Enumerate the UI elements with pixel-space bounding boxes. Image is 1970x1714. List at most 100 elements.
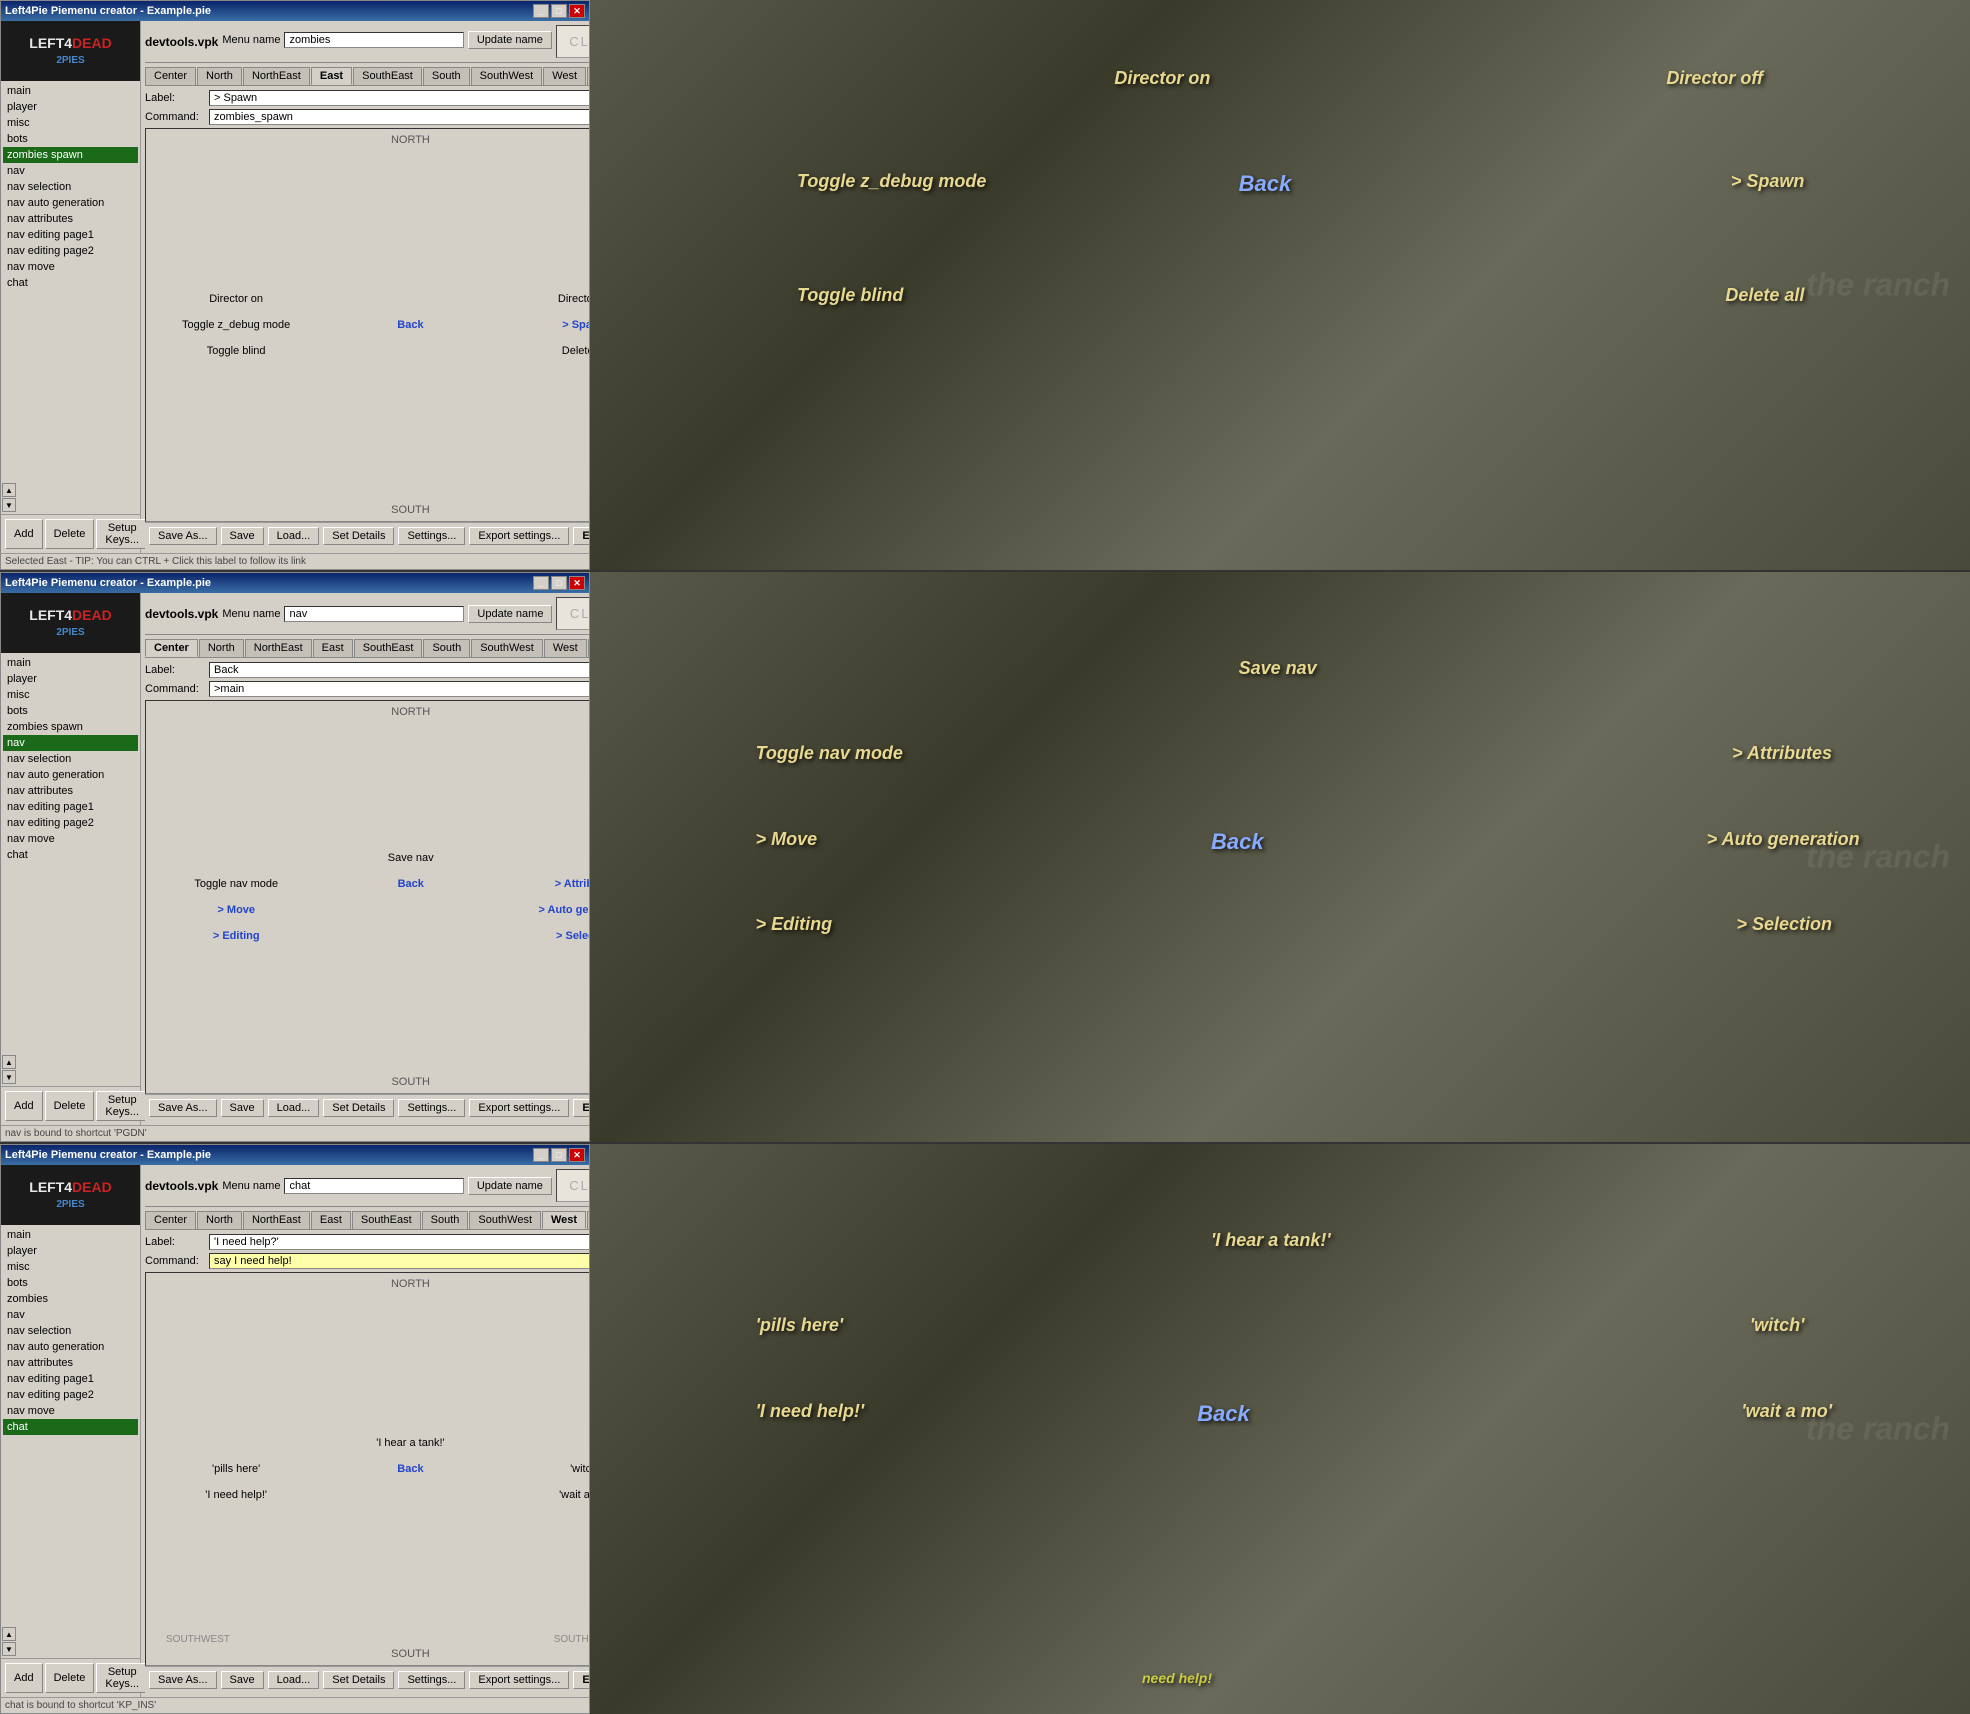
load-btn-1[interactable]: Load...: [268, 527, 320, 545]
nav-chat-2[interactable]: chat: [3, 847, 138, 863]
nav-auto-gen-1[interactable]: nav auto generation: [3, 195, 138, 211]
save-as-btn-1[interactable]: Save As...: [149, 527, 217, 545]
delete-btn-1[interactable]: Delete: [45, 519, 95, 549]
tab-northwest-2[interactable]: NorthWest: [588, 639, 589, 657]
nav-nav-1[interactable]: nav: [3, 163, 138, 179]
load-btn-2[interactable]: Load...: [268, 1099, 320, 1117]
minimize-btn-1[interactable]: _: [533, 4, 549, 18]
nav-move-1[interactable]: nav move: [3, 259, 138, 275]
nav-editing-page2-1[interactable]: nav editing page2: [3, 243, 138, 259]
tab-southeast-2[interactable]: SouthEast: [354, 639, 423, 657]
maximize-btn-2[interactable]: □: [551, 576, 567, 590]
tab-east-2[interactable]: East: [313, 639, 353, 657]
settings-btn-3[interactable]: Settings...: [398, 1671, 465, 1689]
nav-misc-2[interactable]: misc: [3, 687, 138, 703]
save-btn-1[interactable]: Save: [221, 527, 264, 545]
scroll-down-1[interactable]: ▼: [2, 498, 16, 512]
tab-center-3[interactable]: Center: [145, 1211, 196, 1229]
save-as-btn-2[interactable]: Save As...: [149, 1099, 217, 1117]
add-btn-1[interactable]: Add: [5, 519, 43, 549]
menu-name-input-1[interactable]: [284, 32, 463, 48]
tab-southwest-2[interactable]: SouthWest: [471, 639, 543, 657]
label-input-2[interactable]: [209, 662, 589, 678]
tab-northwest-3[interactable]: NorthWest: [587, 1211, 589, 1229]
nav-editing-page2-2[interactable]: nav editing page2: [3, 815, 138, 831]
nav-zombies-spawn-2[interactable]: zombies spawn: [3, 719, 138, 735]
set-details-btn-3[interactable]: Set Details: [323, 1671, 394, 1689]
save-btn-2[interactable]: Save: [221, 1099, 264, 1117]
tab-west-2[interactable]: West: [544, 639, 587, 657]
tab-northwest-1[interactable]: NorthWest: [587, 67, 589, 85]
nav-bots-2[interactable]: bots: [3, 703, 138, 719]
nav-auto-gen-3[interactable]: nav auto generation: [3, 1339, 138, 1355]
close-btn-2[interactable]: ✕: [569, 576, 585, 590]
export-settings-btn-3[interactable]: Export settings...: [469, 1671, 569, 1689]
nav-editing-page1-2[interactable]: nav editing page1: [3, 799, 138, 815]
scroll-down-3[interactable]: ▼: [2, 1642, 16, 1656]
export-settings-btn-1[interactable]: Export settings...: [469, 527, 569, 545]
tab-west-1[interactable]: West: [543, 67, 586, 85]
command-input-1[interactable]: [209, 109, 589, 125]
load-btn-3[interactable]: Load...: [268, 1671, 320, 1689]
label-input-3[interactable]: [209, 1234, 589, 1250]
nav-nav-selection-2[interactable]: nav selection: [3, 751, 138, 767]
maximize-btn-3[interactable]: □: [551, 1148, 567, 1162]
export-settings-btn-2[interactable]: Export settings...: [469, 1099, 569, 1117]
nav-nav-2[interactable]: nav: [3, 735, 138, 751]
update-name-btn-3[interactable]: Update name: [468, 1177, 552, 1195]
tab-northeast-3[interactable]: NorthEast: [243, 1211, 310, 1229]
nav-chat-3[interactable]: chat: [3, 1419, 138, 1435]
menu-name-input-3[interactable]: [284, 1178, 463, 1194]
delete-btn-3[interactable]: Delete: [45, 1663, 95, 1693]
nav-editing-page1-1[interactable]: nav editing page1: [3, 227, 138, 243]
close-btn-1[interactable]: ✕: [569, 4, 585, 18]
tab-north-1[interactable]: North: [197, 67, 242, 85]
tab-south-2[interactable]: South: [423, 639, 470, 657]
tab-center-1[interactable]: Center: [145, 67, 196, 85]
nav-main-2[interactable]: main: [3, 655, 138, 671]
command-input-3[interactable]: [209, 1253, 589, 1269]
tab-southeast-3[interactable]: SouthEast: [352, 1211, 421, 1229]
nav-player-1[interactable]: player: [3, 99, 138, 115]
nav-main-1[interactable]: main: [3, 83, 138, 99]
tab-north-3[interactable]: North: [197, 1211, 242, 1229]
export-btn-1[interactable]: Export!: [573, 527, 589, 545]
export-btn-3[interactable]: Export!: [573, 1671, 589, 1689]
add-btn-3[interactable]: Add: [5, 1663, 43, 1693]
minimize-btn-3[interactable]: _: [533, 1148, 549, 1162]
tab-southwest-3[interactable]: SouthWest: [469, 1211, 541, 1229]
label-input-1[interactable]: [209, 90, 589, 106]
tab-northeast-1[interactable]: NorthEast: [243, 67, 310, 85]
close-btn-3[interactable]: ✕: [569, 1148, 585, 1162]
scroll-up-1[interactable]: ▲: [2, 483, 16, 497]
nav-misc-1[interactable]: misc: [3, 115, 138, 131]
settings-btn-2[interactable]: Settings...: [398, 1099, 465, 1117]
nav-attributes-2[interactable]: nav attributes: [3, 783, 138, 799]
update-name-btn-1[interactable]: Update name: [468, 31, 552, 49]
nav-bots-3[interactable]: bots: [3, 1275, 138, 1291]
maximize-btn-1[interactable]: □: [551, 4, 567, 18]
nav-move-2[interactable]: nav move: [3, 831, 138, 847]
tab-southeast-1[interactable]: SouthEast: [353, 67, 422, 85]
nav-nav-selection-1[interactable]: nav selection: [3, 179, 138, 195]
tab-south-3[interactable]: South: [422, 1211, 469, 1229]
nav-attributes-1[interactable]: nav attributes: [3, 211, 138, 227]
tab-north-2[interactable]: North: [199, 639, 244, 657]
update-name-btn-2[interactable]: Update name: [468, 605, 552, 623]
nav-nav-selection-3[interactable]: nav selection: [3, 1323, 138, 1339]
tab-southwest-1[interactable]: SouthWest: [471, 67, 543, 85]
tab-south-1[interactable]: South: [423, 67, 470, 85]
scroll-up-2[interactable]: ▲: [2, 1055, 16, 1069]
settings-btn-1[interactable]: Settings...: [398, 527, 465, 545]
tab-east-3[interactable]: East: [311, 1211, 351, 1229]
tab-west-3[interactable]: West: [542, 1211, 586, 1229]
tab-northeast-2[interactable]: NorthEast: [245, 639, 312, 657]
nav-chat-1[interactable]: chat: [3, 275, 138, 291]
nav-attributes-3[interactable]: nav attributes: [3, 1355, 138, 1371]
scroll-up-3[interactable]: ▲: [2, 1627, 16, 1641]
nav-player-3[interactable]: player: [3, 1243, 138, 1259]
command-input-2[interactable]: [209, 681, 589, 697]
delete-btn-2[interactable]: Delete: [45, 1091, 95, 1121]
nav-nav-3[interactable]: nav: [3, 1307, 138, 1323]
nav-misc-3[interactable]: misc: [3, 1259, 138, 1275]
